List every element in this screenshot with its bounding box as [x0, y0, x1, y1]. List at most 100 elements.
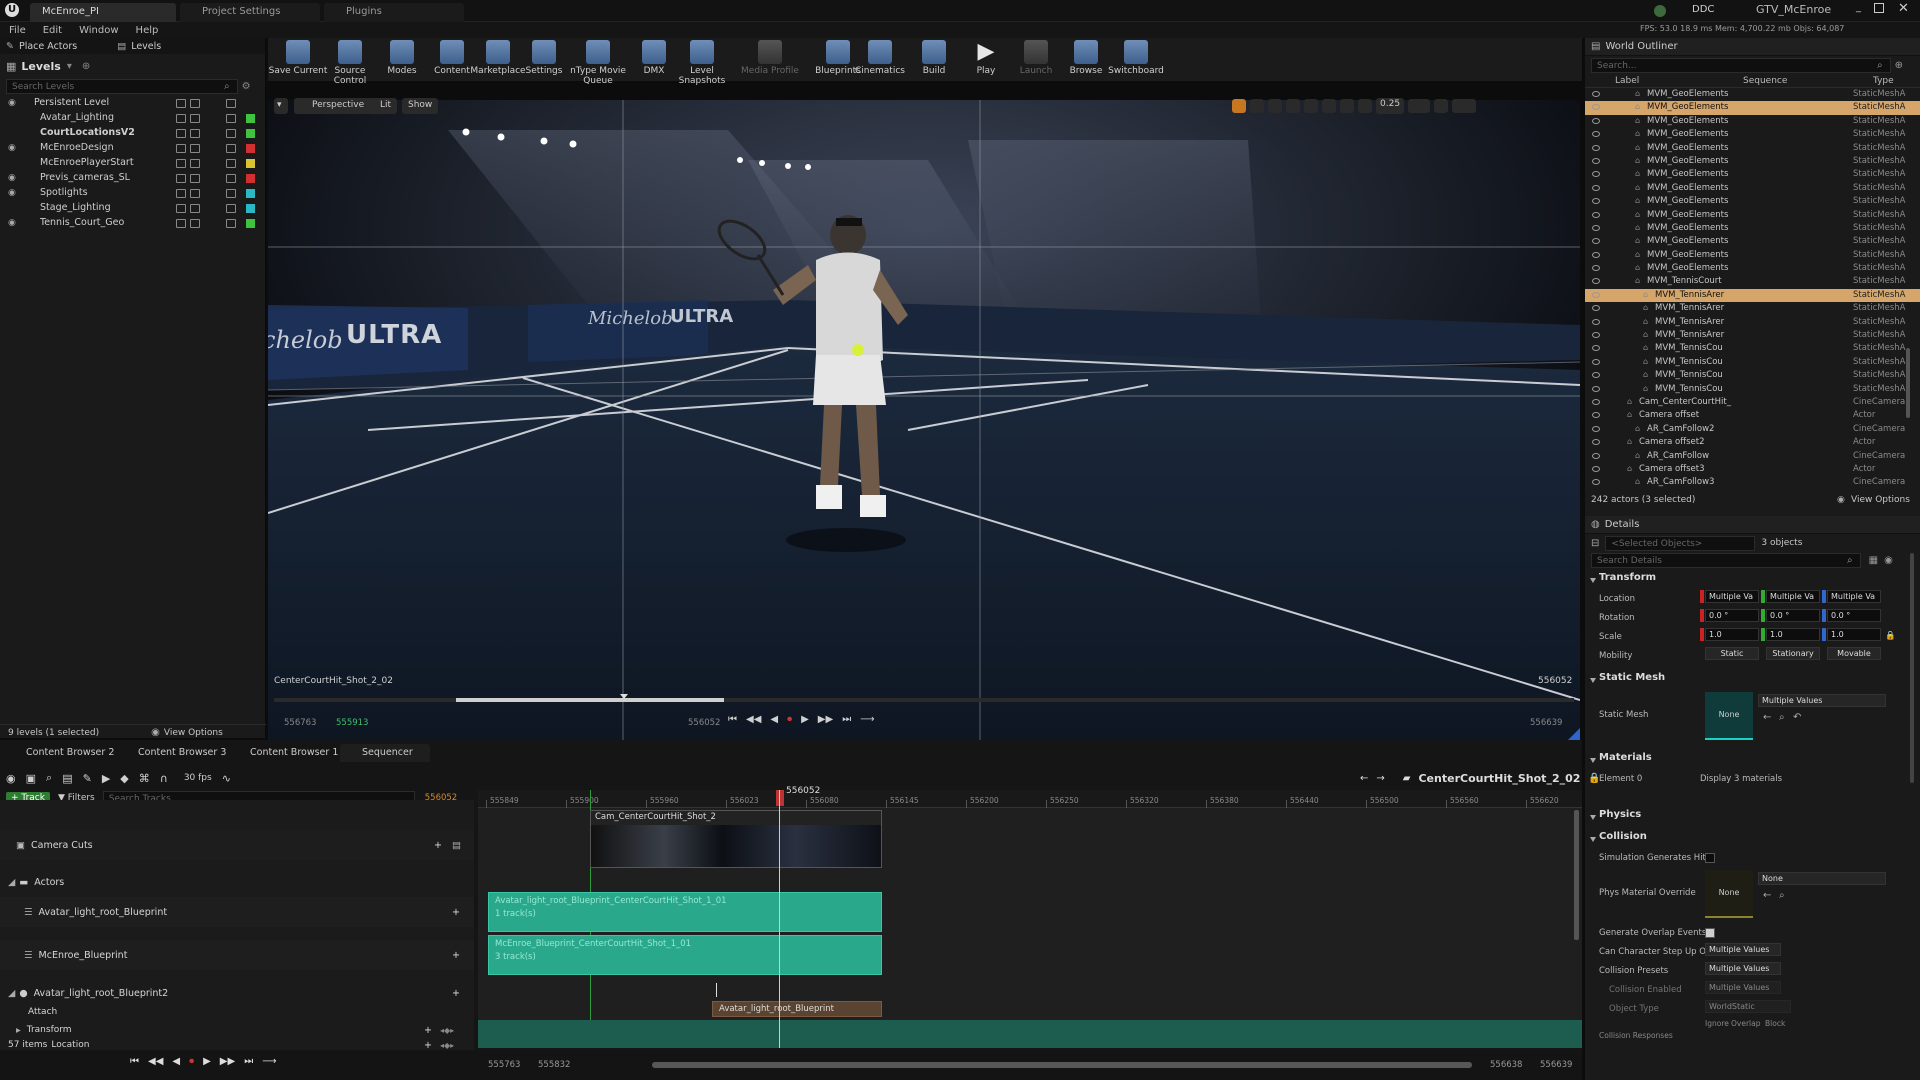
- outliner-row[interactable]: ⌂ MVM_GeoElements StaticMeshA: [1585, 195, 1920, 208]
- levels-view-options[interactable]: View Options: [164, 728, 223, 738]
- toolbar-button-11[interactable]: Cinematics: [850, 40, 910, 76]
- static-mesh-thumbnail[interactable]: None: [1705, 692, 1753, 740]
- outliner-row[interactable]: ⌂ MVM_GeoElements StaticMeshA: [1585, 182, 1920, 195]
- maximize-button[interactable]: [1874, 3, 1884, 13]
- toolbar-button-9[interactable]: Media Profile: [740, 40, 800, 76]
- play-icon[interactable]: ▶: [203, 1056, 211, 1067]
- mobility-label[interactable]: Mobility: [1599, 651, 1632, 661]
- level-row[interactable]: ◉ Tennis_Court_Geo: [0, 216, 265, 231]
- lit-button[interactable]: Lit: [366, 98, 398, 114]
- outliner-row[interactable]: ⌂ Camera offset2 Actor: [1585, 436, 1920, 449]
- tab-plugins[interactable]: Plugins: [324, 3, 464, 22]
- key-nav-icon[interactable]: ◂◆▸: [440, 1026, 454, 1035]
- scale-y-field[interactable]: 1.0: [1766, 628, 1820, 641]
- materials-section-header[interactable]: Materials: [1585, 752, 1920, 770]
- jump-start-icon[interactable]: ⏮: [728, 714, 737, 725]
- menu-help[interactable]: Help: [136, 25, 159, 36]
- lock-icon[interactable]: 🔒: [1885, 631, 1896, 641]
- working-range-end[interactable]: 556638: [1490, 1060, 1522, 1070]
- layout-icon[interactable]: [1452, 99, 1477, 113]
- outliner-row[interactable]: ⌂ Camera offset Actor: [1585, 409, 1920, 422]
- scrub-playhead[interactable]: [620, 694, 628, 699]
- tab-project-settings[interactable]: Project Settings: [180, 3, 320, 22]
- render-movie-icon[interactable]: ▤: [62, 772, 72, 785]
- rotation-label[interactable]: Rotation: [1599, 613, 1635, 623]
- playback-options-icon[interactable]: ▶: [102, 772, 110, 785]
- record-icon[interactable]: ⏺: [787, 714, 792, 725]
- source-control-icon[interactable]: [1654, 5, 1666, 17]
- visibility-eye-icon[interactable]: [1592, 171, 1600, 178]
- outliner-row[interactable]: ⌂ MVM_TennisCou StaticMeshA: [1585, 383, 1920, 396]
- maximize-viewport-icon[interactable]: [1434, 99, 1449, 113]
- source-control-icon[interactable]: [226, 219, 236, 228]
- collision-section-header[interactable]: Collision: [1585, 831, 1920, 849]
- source-control-icon[interactable]: [226, 99, 236, 108]
- level-color-swatch[interactable]: [246, 129, 255, 138]
- transform-section-header[interactable]: Transform: [1585, 572, 1920, 590]
- visibility-eye-icon[interactable]: [1592, 131, 1600, 138]
- key-icon[interactable]: ✎: [83, 772, 92, 785]
- outliner-row[interactable]: ⌂ MVM_GeoElements StaticMeshA: [1585, 168, 1920, 181]
- realtime-toggle-icon[interactable]: [1232, 99, 1246, 113]
- level-row[interactable]: CourtLocationsV2: [0, 126, 265, 141]
- add-subtrack-icon[interactable]: +: [452, 907, 460, 918]
- outliner-row[interactable]: ⌂ MVM_GeoElements StaticMeshA: [1585, 155, 1920, 168]
- attach-track[interactable]: Attach: [0, 1003, 474, 1021]
- back-arrow-icon[interactable]: ←: [1360, 773, 1368, 784]
- jump-start-icon[interactable]: ⏮: [130, 1056, 139, 1067]
- levels-dropdown-icon[interactable]: ▾: [67, 61, 72, 72]
- view-range-start[interactable]: 555763: [488, 1060, 520, 1070]
- viewport-menu-button[interactable]: ▾: [274, 98, 288, 114]
- save-level-icon[interactable]: [190, 159, 200, 168]
- avatar-track-section[interactable]: Avatar_light_root_Blueprint_CenterCourtH…: [488, 892, 882, 932]
- visibility-eye-icon[interactable]: ◉: [8, 188, 16, 198]
- lock-icon[interactable]: [176, 174, 186, 183]
- visibility-eye-icon[interactable]: [1592, 425, 1600, 432]
- visibility-eye-icon[interactable]: [1592, 398, 1600, 405]
- play-reverse-icon[interactable]: ◀: [172, 1056, 180, 1067]
- outliner-view-options[interactable]: View Options: [1851, 495, 1910, 505]
- rotation-y-field[interactable]: 0.0 °: [1766, 609, 1820, 622]
- toolbar-button-12[interactable]: Build: [904, 40, 964, 76]
- transform-track[interactable]: ▸ Transform + ◂◆▸: [0, 1021, 474, 1039]
- toolbar-button-8[interactable]: Level Snapshots: [672, 40, 732, 86]
- visibility-eye-icon[interactable]: ◉: [8, 98, 16, 108]
- loop-icon[interactable]: ⟶: [860, 714, 874, 725]
- lock-icon[interactable]: [176, 159, 186, 168]
- location-y-field[interactable]: Multiple Va: [1766, 590, 1820, 603]
- source-control-icon[interactable]: [226, 159, 236, 168]
- sim-hit-checkbox[interactable]: [1705, 853, 1715, 863]
- outliner-row[interactable]: ⌂ MVM_GeoElements StaticMeshA: [1585, 235, 1920, 248]
- camera-speed-icon[interactable]: [1408, 99, 1431, 113]
- lock-icon[interactable]: [176, 99, 186, 108]
- visibility-eye-icon[interactable]: [1592, 224, 1600, 231]
- visibility-eye-icon[interactable]: [1592, 91, 1600, 97]
- tab-content-browser-3[interactable]: Content Browser 3: [116, 744, 236, 762]
- visibility-eye-icon[interactable]: [1592, 104, 1600, 111]
- mcenroe-track[interactable]: ☰ McEnroe_Blueprint +: [0, 940, 474, 970]
- auto-key-icon[interactable]: ∩: [160, 772, 168, 785]
- outliner-row[interactable]: ⌂ Cam_CenterCourtHit_ CineCamera: [1585, 396, 1920, 409]
- visibility-eye-icon[interactable]: [1592, 184, 1600, 191]
- visibility-eye-icon[interactable]: [1592, 372, 1600, 379]
- visibility-eye-icon[interactable]: [1592, 465, 1600, 472]
- scrub-range[interactable]: [456, 698, 724, 702]
- location-x-field[interactable]: Multiple Va: [1705, 590, 1759, 603]
- browse-arrow-icon[interactable]: ←: [1763, 712, 1771, 723]
- mcenroe-track-section[interactable]: McEnroe_Blueprint_CenterCourtHit_Shot_1_…: [488, 935, 882, 975]
- unreal-logo-icon[interactable]: U: [5, 3, 19, 17]
- close-button[interactable]: ✕: [1898, 1, 1909, 16]
- rotation-x-field[interactable]: 0.0 °: [1705, 609, 1759, 622]
- save-level-icon[interactable]: [190, 129, 200, 138]
- scale-tool-icon[interactable]: [1286, 99, 1300, 113]
- outliner-search-input[interactable]: Search...: [1591, 57, 1891, 73]
- outliner-row[interactable]: ⌂ MVM_TennisArer StaticMeshA: [1585, 316, 1920, 329]
- step-forward-icon[interactable]: ▶▶: [220, 1056, 235, 1067]
- outliner-row[interactable]: ⌂ MVM_TennisArer StaticMeshA: [1585, 288, 1920, 303]
- tab-sequencer[interactable]: Sequencer: [340, 744, 430, 762]
- scale-z-field[interactable]: 1.0: [1827, 628, 1881, 641]
- loop-icon[interactable]: ⟶: [262, 1056, 276, 1067]
- phys-material-thumbnail[interactable]: None: [1705, 870, 1753, 918]
- level-color-swatch[interactable]: [246, 114, 255, 123]
- actors-folder[interactable]: ◢ ▬ Actors: [0, 872, 474, 892]
